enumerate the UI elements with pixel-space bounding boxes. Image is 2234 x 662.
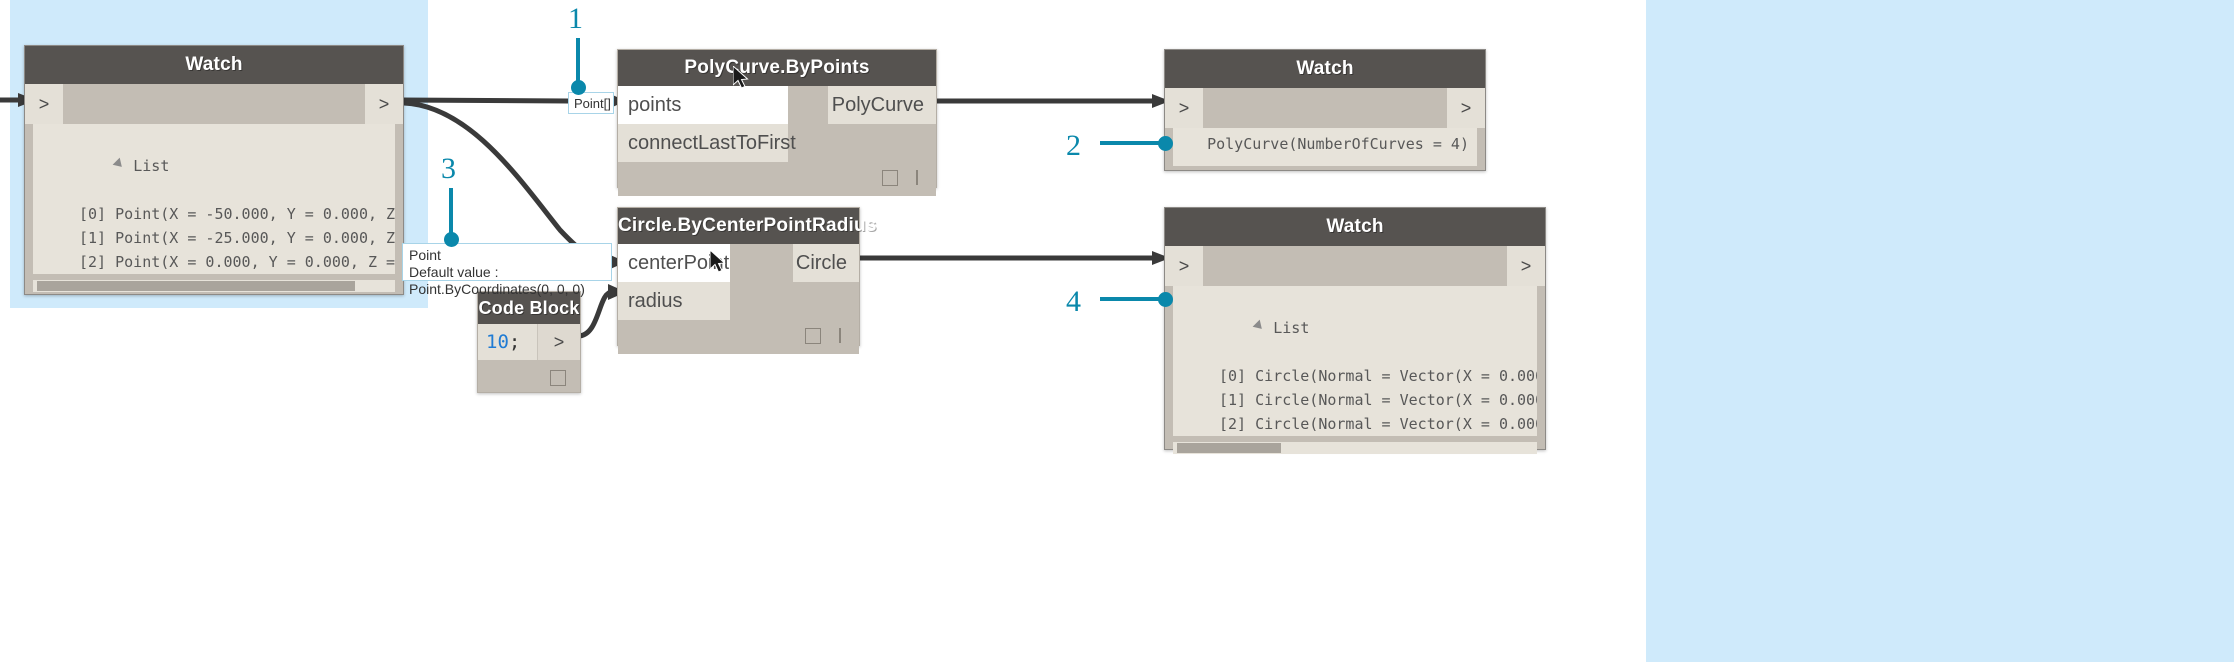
- scrollbar-thumb[interactable]: [37, 281, 355, 291]
- watch-left-row-list: List: [33, 130, 395, 202]
- collapse-triangle-icon[interactable]: [1252, 319, 1266, 333]
- watch-left-port-row: > >: [25, 84, 403, 124]
- watch-bottom-right-scrollbar[interactable]: [1173, 442, 1537, 454]
- circle-ports: centerPoint radius Circle: [618, 244, 859, 320]
- circle-bycenterpointradius-node[interactable]: Circle.ByCenterPointRadius centerPoint r…: [617, 207, 876, 354]
- watch-bottom-right-port-row: > >: [1165, 246, 1545, 286]
- polycurve-input-connectlasttofirst[interactable]: connectLastToFirst: [618, 124, 796, 162]
- annotation-number-1: 1: [568, 2, 583, 35]
- circle-output-circle[interactable]: Circle: [793, 244, 859, 282]
- watch-top-right-port-row: > >: [1165, 88, 1485, 128]
- watch-left-output-port[interactable]: >: [365, 84, 403, 124]
- watch-bottom-right-title: Watch: [1165, 208, 1545, 246]
- tooltip-title: Point: [409, 247, 441, 263]
- annotation-dot-4: [1158, 292, 1173, 307]
- circle-input-radius[interactable]: radius: [618, 282, 730, 320]
- annotation-dot-1: [571, 80, 586, 95]
- watch-top-right-content: PolyCurve(NumberOfCurves = 4): [1173, 128, 1477, 166]
- polycurve-ports: points connectLastToFirst PolyCurve: [618, 86, 936, 162]
- mouse-cursor-polycurve: [733, 66, 749, 89]
- list-item: [2] Circle(Normal = Vector(X = 0.000: [1219, 415, 1537, 433]
- preview-toggle-icon[interactable]: [550, 370, 566, 386]
- watch-left-content: List [0] Point(X = -50.000, Y = 0.000, Z…: [33, 124, 395, 274]
- code-block-footer: [478, 360, 580, 402]
- centerpoint-tooltip: Point Default value : Point.ByCoordinate…: [402, 243, 612, 297]
- circle-node-footer: [618, 320, 859, 354]
- annotation-dot-3: [444, 232, 459, 247]
- code-terminator: ;: [508, 331, 521, 353]
- polycurve-node-title: PolyCurve.ByPoints: [618, 50, 936, 86]
- watch-left-title: Watch: [25, 46, 403, 84]
- list-item: [0] Point(X = -50.000, Y = 0.000, Z: [79, 205, 395, 223]
- annotation-number-3: 3: [441, 152, 456, 185]
- watch-node-left[interactable]: Watch > > List [0] Point(X = -50.000, Y …: [24, 45, 404, 295]
- code-value: 10: [486, 331, 509, 353]
- polycurve-node-footer: [618, 162, 936, 196]
- collapse-triangle-icon[interactable]: [112, 157, 126, 171]
- scrollbar-thumb[interactable]: [1177, 443, 1281, 453]
- lacing-indicator-icon[interactable]: [839, 328, 841, 343]
- port-type-tooltip: Point[]: [568, 92, 614, 114]
- watch-top-right-title: Watch: [1165, 50, 1485, 88]
- list-item: [1] Circle(Normal = Vector(X = 0.000: [1219, 391, 1537, 409]
- polycurve-bypoints-node[interactable]: PolyCurve.ByPoints points connectLastToF…: [617, 49, 937, 196]
- polycurve-input-points[interactable]: points: [618, 86, 788, 124]
- circle-node-title: Circle.ByCenterPointRadius: [618, 208, 876, 244]
- code-block-node[interactable]: Code Block 10; >: [477, 291, 581, 393]
- selection-highlight-right: [1646, 0, 2234, 662]
- watch-bottom-right-input-port[interactable]: >: [1165, 246, 1203, 286]
- polycurve-output-polycurve[interactable]: PolyCurve: [828, 86, 936, 124]
- watch-value-row: PolyCurve(NumberOfCurves = 4): [1207, 135, 1469, 153]
- code-block-line[interactable]: 10; >: [478, 324, 580, 360]
- preview-toggle-icon[interactable]: [805, 328, 821, 344]
- watch-bottom-row-list: List: [1173, 292, 1537, 364]
- annotation-dot-2: [1158, 136, 1173, 151]
- list-item: [2] Point(X = 0.000, Y = 0.000, Z =: [79, 253, 395, 271]
- watch-left-input-port[interactable]: >: [25, 84, 63, 124]
- watch-node-bottom-right[interactable]: Watch > > List [0] Circle(Normal = Vecto…: [1164, 207, 1546, 454]
- annotation-leader-3: [449, 188, 453, 238]
- watch-bottom-right-content: List [0] Circle(Normal = Vector(X = 0.00…: [1173, 286, 1537, 436]
- watch-node-top-right[interactable]: Watch > > PolyCurve(NumberOfCurves = 4): [1164, 49, 1486, 171]
- annotation-leader-1: [576, 38, 580, 86]
- watch-bottom-right-output-port[interactable]: >: [1507, 246, 1545, 286]
- annotation-number-4: 4: [1066, 285, 1081, 318]
- lacing-indicator-icon[interactable]: [916, 170, 918, 185]
- dynamo-canvas[interactable]: Watch > > List [0] Point(X = -50.000, Y …: [0, 0, 2234, 662]
- code-block-output-port[interactable]: >: [537, 324, 580, 360]
- tooltip-default-value: Default value : Point.ByCoordinates(0, 0…: [409, 264, 585, 297]
- annotation-number-2: 2: [1066, 129, 1081, 162]
- list-item: [1] Point(X = -25.000, Y = 0.000, Z: [79, 229, 395, 247]
- watch-top-right-output-port[interactable]: >: [1447, 88, 1485, 128]
- watch-top-right-input-port[interactable]: >: [1165, 88, 1203, 128]
- mouse-cursor-circle: [710, 250, 726, 273]
- list-item: [0] Circle(Normal = Vector(X = 0.000: [1219, 367, 1537, 385]
- watch-left-scrollbar[interactable]: [33, 280, 395, 292]
- preview-toggle-icon[interactable]: [882, 170, 898, 186]
